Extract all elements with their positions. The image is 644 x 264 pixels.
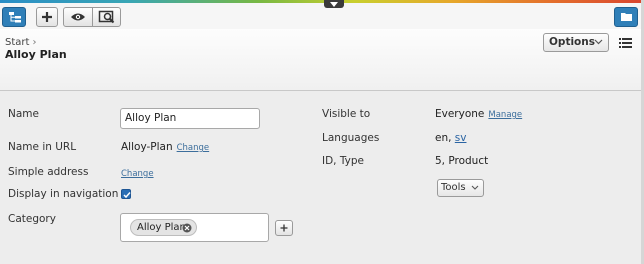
assets-pane-toggle[interactable]	[614, 7, 638, 27]
navigation-pane-toggle[interactable]	[2, 7, 26, 27]
add-category-button[interactable]	[275, 220, 293, 236]
page-title: Alloy Plan	[5, 48, 67, 61]
category-tag: Alloy Plan	[130, 219, 197, 236]
breadcrumb-separator: ›	[32, 37, 37, 48]
plus-icon	[280, 224, 288, 232]
visible-to-text: Everyone	[435, 108, 485, 120]
eye-icon	[71, 13, 85, 21]
languages-value: en, sv	[435, 132, 466, 144]
global-toolbar	[0, 3, 644, 29]
toolbar-drop-tab[interactable]	[324, 0, 344, 8]
category-tag-label: Alloy Plan	[137, 222, 186, 233]
display-in-navigation-checkbox[interactable]	[121, 189, 131, 199]
page-properties-panel: Name Alloy Plan Name in URL Alloy-Plan Ch…	[0, 91, 644, 264]
language-link-sv[interactable]: sv	[455, 132, 467, 144]
id-type-label: ID, Type	[322, 155, 364, 167]
tools-button[interactable]: Tools	[437, 179, 484, 197]
add-button[interactable]	[36, 7, 58, 27]
change-simple-address-link[interactable]: Change	[121, 169, 154, 179]
page-header: Start › Alloy Plan Options	[0, 29, 644, 91]
name-label: Name	[8, 108, 39, 120]
display-in-navigation-label: Display in navigation	[8, 188, 119, 200]
plus-icon	[42, 12, 52, 22]
options-button[interactable]: Options	[543, 33, 609, 52]
change-url-link[interactable]: Change	[177, 143, 210, 153]
chevron-down-icon	[471, 185, 479, 190]
simple-address-label: Simple address	[8, 166, 89, 178]
chevron-down-icon	[594, 39, 603, 45]
list-view-button[interactable]	[619, 37, 632, 51]
languages-text: en,	[435, 132, 452, 144]
chevron-down-icon	[330, 2, 338, 7]
checkmark-icon	[123, 192, 131, 199]
visible-to-value: Everyone Manage	[435, 108, 522, 120]
languages-label: Languages	[322, 132, 380, 144]
url-segment-text: Alloy-Plan	[121, 141, 173, 153]
name-input[interactable]: Alloy Plan	[120, 108, 260, 129]
category-label: Category	[8, 213, 56, 225]
category-field[interactable]: Alloy Plan	[120, 213, 269, 242]
preview-button[interactable]	[63, 7, 93, 27]
name-in-url-value: Alloy-Plan Change	[121, 141, 209, 153]
manage-access-link[interactable]: Manage	[488, 110, 522, 120]
list-icon	[619, 38, 632, 48]
folder-icon	[621, 13, 632, 21]
breadcrumb-link-start[interactable]: Start	[5, 37, 29, 48]
view-compare-icon	[98, 10, 114, 24]
breadcrumb: Start ›	[5, 37, 36, 48]
name-in-url-label: Name in URL	[8, 141, 77, 153]
simple-address-value: Change	[117, 167, 154, 179]
navigation-tree-icon	[9, 12, 21, 23]
id-type-value: 5, Product	[435, 155, 489, 167]
tools-label: Tools	[441, 182, 466, 193]
compare-button[interactable]	[92, 7, 121, 27]
visible-to-label: Visible to	[322, 108, 371, 120]
options-label: Options	[549, 36, 595, 48]
remove-tag-icon[interactable]	[182, 223, 192, 233]
